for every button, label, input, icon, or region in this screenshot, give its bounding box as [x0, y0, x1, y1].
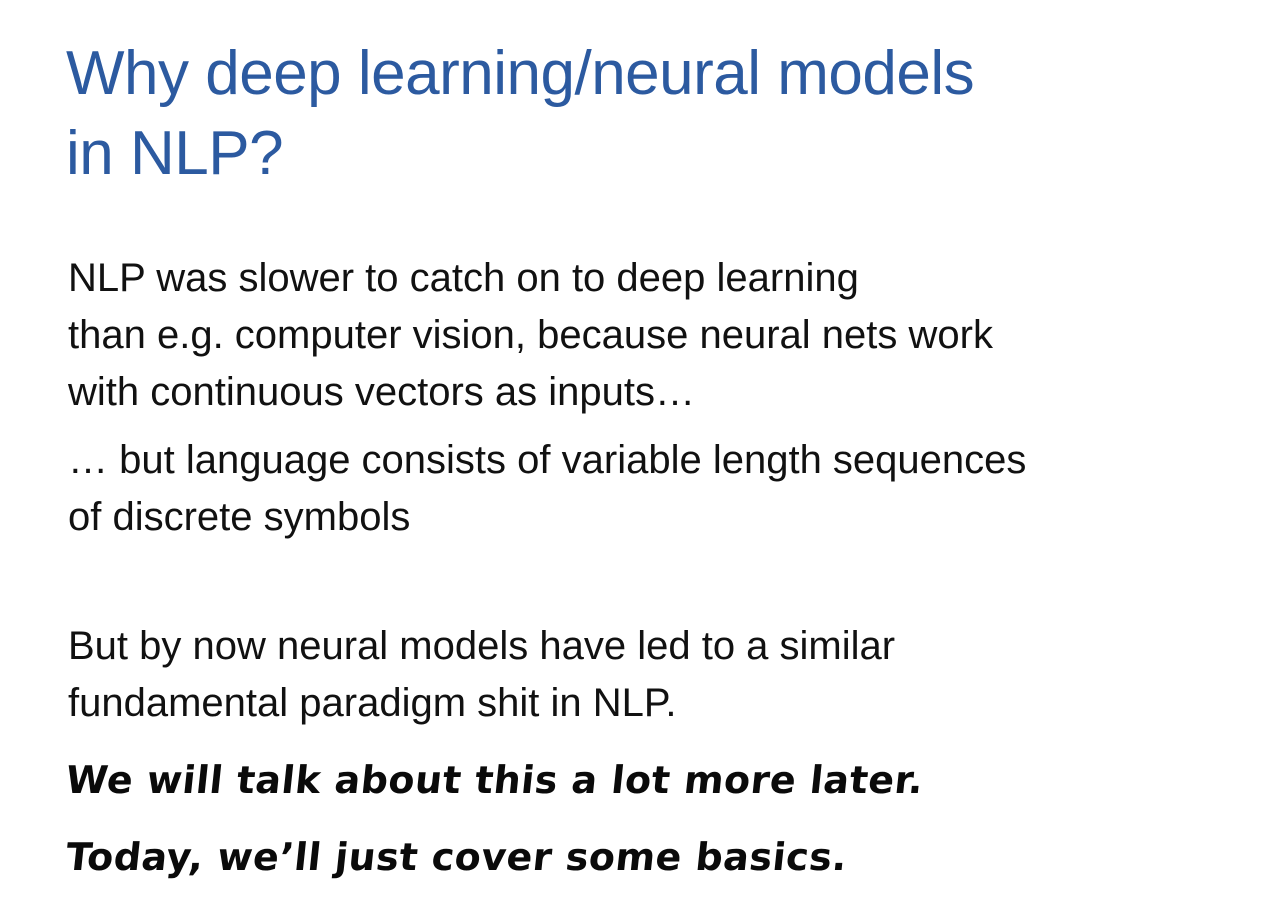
paragraph-1-line-1: NLP was slower to catch on to deep learn…: [68, 256, 859, 300]
paragraph-1-line-3: with continuous vectors as inputs…: [68, 370, 695, 414]
paragraph-2-line-2: of discrete symbols: [68, 495, 411, 539]
paragraph-2-line-1: … but language consists of variable leng…: [68, 438, 1027, 482]
paragraph-2: … but language consists of variable leng…: [68, 432, 1248, 546]
paragraph-1-line-2: than e.g. computer vision, because neura…: [68, 313, 993, 357]
paragraph-3: But by now neural models have led to a s…: [68, 618, 1248, 732]
handwritten-note-1: We will talk about this a lot more later…: [63, 758, 926, 802]
paragraph-1: NLP was slower to catch on to deep learn…: [68, 250, 1248, 421]
paragraph-3-line-1: But by now neural models have led to a s…: [68, 624, 896, 668]
slide-title: Why deep learning/neural models in NLP?: [66, 34, 1246, 194]
handwritten-note-2: Today, we’ll just cover some basics.: [63, 835, 850, 879]
title-line-2: in NLP?: [66, 119, 284, 188]
paragraph-3-line-2: fundamental paradigm shit in NLP.: [68, 681, 677, 725]
slide: Why deep learning/neural models in NLP? …: [0, 0, 1279, 908]
title-line-1: Why deep learning/neural models: [66, 39, 975, 108]
